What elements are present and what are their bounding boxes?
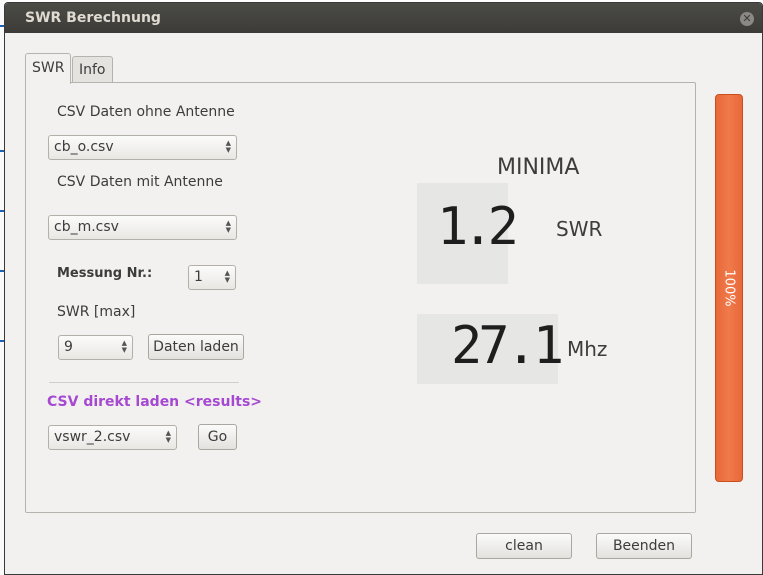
swr-lcd-value: 1.2 — [437, 197, 519, 257]
swr-unit-label: SWR — [556, 217, 603, 241]
swr-max-label: SWR [max] — [57, 304, 136, 320]
clean-button[interactable]: clean — [476, 533, 572, 559]
csv-without-antenna-value: cb_o.csv — [54, 139, 114, 155]
progress-text: 100% — [721, 269, 737, 307]
minima-heading: MINIMA — [497, 155, 580, 180]
close-icon[interactable]: ✕ — [740, 12, 754, 26]
title-bar[interactable]: SWR Berechnung ✕ — [5, 3, 762, 33]
measurement-label: Messung Nr.: — [57, 266, 153, 281]
exit-button[interactable]: Beenden — [596, 533, 692, 559]
csv-with-antenna-label: CSV Daten mit Antenne — [57, 174, 223, 190]
swr-lcd-display: 1.2 — [417, 183, 519, 284]
results-file-select[interactable]: vswr_2.csv ▲ ▼ — [48, 425, 177, 450]
csv-with-antenna-select[interactable]: cb_m.csv ▲ ▼ — [48, 215, 237, 240]
csv-without-antenna-label: CSV Daten ohne Antenne — [57, 104, 235, 120]
frequency-unit-label: Mhz — [567, 337, 608, 361]
tab-info[interactable]: Info — [72, 56, 113, 82]
swr-dialog-window: SWR Berechnung ✕ SWR Info CSV Daten ohne… — [4, 2, 763, 575]
go-button[interactable]: Go — [198, 424, 237, 450]
updown-arrows-icon: ▲ ▼ — [225, 219, 231, 234]
progress-bar: 100% — [715, 94, 743, 482]
frequency-lcd-display: 27.1 — [417, 314, 564, 384]
measurement-spinbox[interactable]: 1 ▲ ▼ — [188, 265, 236, 290]
updown-arrows-icon: ▲ ▼ — [225, 139, 231, 154]
window-title: SWR Berechnung — [25, 10, 161, 26]
csv-with-antenna-value: cb_m.csv — [54, 219, 119, 235]
measurement-value: 1 — [194, 269, 203, 285]
updown-arrows-icon: ▲ ▼ — [121, 339, 127, 354]
updown-arrows-icon: ▲ ▼ — [165, 429, 171, 444]
swr-max-value: 9 — [64, 339, 73, 355]
results-file-value: vswr_2.csv — [54, 429, 131, 445]
load-data-button[interactable]: Daten laden — [148, 334, 244, 360]
updown-arrows-icon: ▲ ▼ — [224, 269, 230, 284]
swr-max-select[interactable]: 9 ▲ ▼ — [58, 335, 133, 360]
direct-load-label: CSV direkt laden <results> — [47, 394, 263, 410]
tab-swr[interactable]: SWR — [25, 53, 72, 84]
frequency-lcd-value: 27.1 — [451, 316, 564, 376]
csv-without-antenna-select[interactable]: cb_o.csv ▲ ▼ — [48, 135, 237, 160]
divider — [49, 382, 239, 383]
